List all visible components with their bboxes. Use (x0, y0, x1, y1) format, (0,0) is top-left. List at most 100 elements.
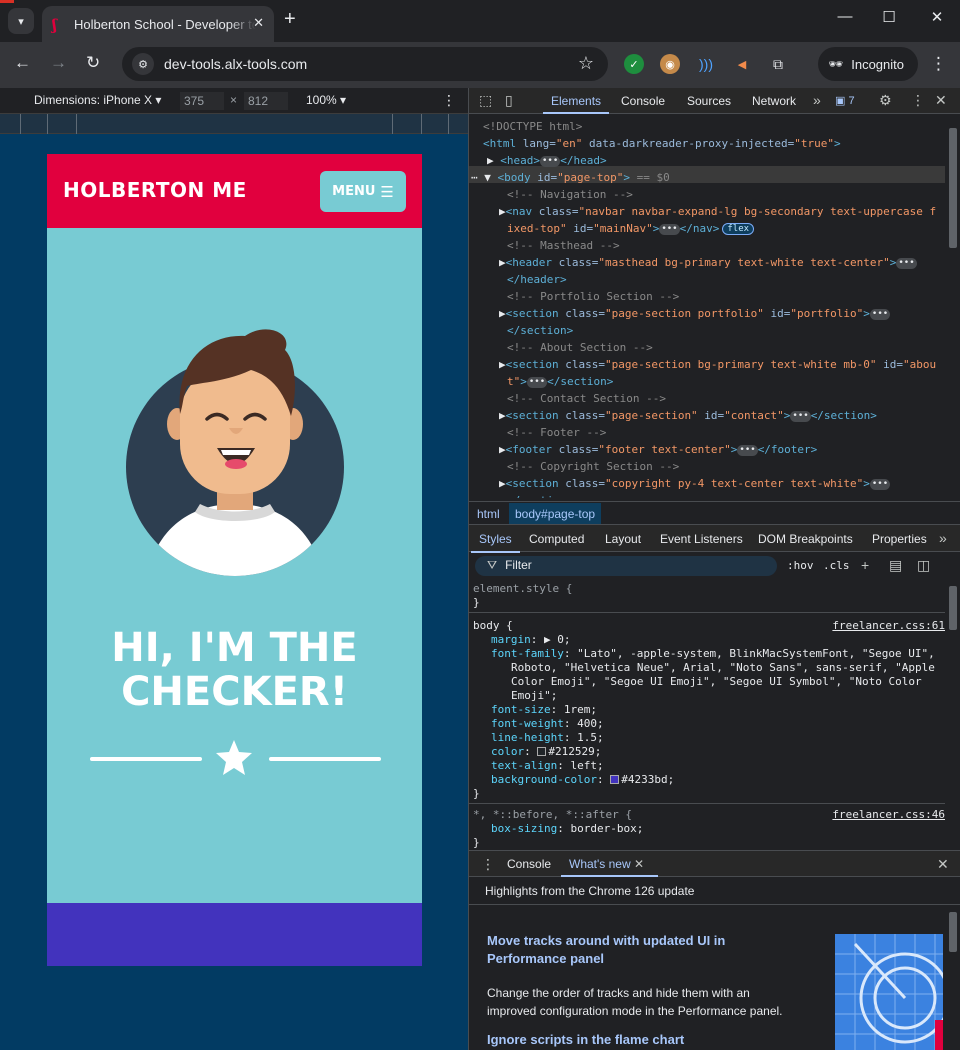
device-more-options-icon[interactable]: ⋮ (442, 92, 456, 109)
dom-scrollbar-thumb[interactable] (949, 128, 957, 248)
tab-console[interactable]: Console (621, 94, 665, 108)
universal-rule-selector[interactable]: *, *::before, *::after { (473, 808, 632, 822)
tab-network[interactable]: Network (752, 94, 796, 108)
styles-filter-input[interactable]: ⛛ Filter (475, 556, 777, 576)
dom-comment-masthead[interactable]: <!-- Masthead --> (507, 237, 620, 254)
issues-badge[interactable]: ▣ 7 (835, 94, 855, 107)
site-info-icon[interactable]: ⚙ (132, 53, 154, 75)
menu-toggle-button[interactable]: MENU ☰ (320, 171, 406, 212)
incognito-indicator[interactable]: 🕶 Incognito (818, 47, 918, 81)
new-rule-plus-icon[interactable]: + (861, 557, 869, 573)
dom-doctype[interactable]: <!DOCTYPE html> (483, 118, 582, 135)
dom-about-node[interactable]: ▶<section class="page-section bg-primary… (499, 356, 936, 373)
reload-icon[interactable]: ↻ (86, 53, 100, 73)
universal-rule-source-link[interactable]: freelancer.css:46 (832, 808, 945, 822)
tab-dom-breakpoints[interactable]: DOM Breakpoints (758, 532, 853, 546)
drawer-scrollbar-thumb[interactable] (949, 912, 957, 952)
css-font-weight[interactable]: font-weight: 400; (491, 717, 604, 731)
dom-footer-node[interactable]: ▶<footer class="footer text-center"> ••• <… (499, 441, 817, 458)
styles-scrollbar[interactable] (945, 580, 960, 850)
css-box-sizing[interactable]: box-sizing: border-box; (491, 822, 643, 836)
toggle-sidebar-icon[interactable]: ◫ (917, 557, 930, 574)
device-dimensions-select[interactable]: Dimensions: iPhone X ▾ (34, 93, 161, 107)
dom-header-node[interactable]: ▶<header class="masthead bg-primary text… (499, 254, 917, 271)
minimize-button[interactable]: — (822, 8, 868, 25)
devtools-close-icon[interactable]: ✕ (935, 92, 947, 109)
tab-styles[interactable]: Styles (471, 532, 520, 553)
dom-nav-node-cont[interactable]: ixed-top" id="mainNav"> ••• </nav> flex (507, 220, 755, 237)
dom-comment-contact[interactable]: <!-- Contact Section --> (507, 390, 666, 407)
dom-contact-node[interactable]: ▶<section class="page-section" id="conta… (499, 407, 877, 424)
css-font-size[interactable]: font-size: 1rem; (491, 703, 597, 717)
css-line-height[interactable]: line-height: 1.5; (491, 731, 604, 745)
dom-copyright-close[interactable]: </section> (507, 492, 573, 498)
dom-comment-about[interactable]: <!-- About Section --> (507, 339, 653, 356)
tab-event-listeners[interactable]: Event Listeners (660, 532, 743, 546)
media-extension-icon[interactable]: ◀ (732, 54, 752, 74)
styles-scrollbar-thumb[interactable] (949, 586, 957, 630)
dom-head-node[interactable]: ▶ <head> ••• </head> (487, 152, 607, 169)
tab-close-icon[interactable]: ✕ (253, 15, 264, 31)
more-tabs-chevron-icon[interactable]: » (813, 92, 821, 108)
dom-body-node[interactable]: ⋯ ▼ <body id="page-top"> == $0 (471, 169, 670, 186)
element-style-rule[interactable]: element.style { (473, 582, 572, 596)
tab-layout[interactable]: Layout (605, 532, 641, 546)
color-swatch[interactable] (537, 747, 547, 756)
drawer-close-icon[interactable]: ✕ (937, 856, 949, 873)
device-width-input[interactable]: 375 (180, 92, 224, 110)
navbar-brand[interactable]: HOLBERTON ME (63, 178, 247, 202)
dom-scrollbar[interactable] (945, 114, 960, 498)
drawer-tab-console[interactable]: Console (507, 857, 551, 871)
css-font-family[interactable]: font-family: "Lato", -apple-system, Blin… (491, 647, 935, 661)
extensions-puzzle-icon[interactable]: ⧉ (768, 54, 788, 74)
dom-portfolio-node[interactable]: ▶<section class="page-section portfolio"… (499, 305, 891, 322)
dom-nav-node[interactable]: ▶<nav class="navbar navbar-expand-lg bg-… (499, 203, 936, 220)
dom-tree[interactable]: <!DOCTYPE html> <html lang="en" data-dar… (469, 114, 945, 498)
more-subtabs-chevron-icon[interactable]: » (939, 530, 947, 546)
flex-badge[interactable]: flex (722, 223, 755, 235)
close-whats-new-icon[interactable]: ✕ (634, 857, 644, 871)
dom-comment-navigation[interactable]: <!-- Navigation --> (507, 186, 633, 203)
wifi-extension-icon[interactable]: ))) (696, 54, 716, 74)
maximize-button[interactable]: ☐ (866, 8, 912, 26)
tab-elements[interactable]: Elements (542, 94, 610, 114)
tab-properties[interactable]: Properties (872, 532, 927, 546)
styles-pane[interactable]: element.style { } body { freelancer.css:… (469, 580, 945, 850)
bg-color-swatch[interactable] (610, 775, 620, 784)
new-tab-button[interactable]: + (284, 8, 296, 31)
darkreader-extension-icon[interactable]: ◉ (660, 54, 680, 74)
device-toggle-icon[interactable]: ▯ (505, 92, 513, 109)
breadcrumb-body[interactable]: body#page-top (509, 503, 602, 524)
css-text-align[interactable]: text-align: left; (491, 759, 604, 773)
dom-copyright-node[interactable]: ▶<section class="copyright py-4 text-cen… (499, 475, 891, 492)
drawer-menu-icon[interactable]: ⋮ (481, 856, 495, 873)
css-background-color[interactable]: background-color: #4233bd; (491, 773, 674, 787)
whats-new-item-title[interactable]: Move tracks around with updated UI in Pe… (487, 932, 777, 968)
devtools-menu-icon[interactable]: ⋮ (911, 92, 925, 109)
dom-comment-copyright[interactable]: <!-- Copyright Section --> (507, 458, 679, 475)
device-zoom-select[interactable]: 100% ▾ (306, 93, 346, 107)
dom-html-node[interactable]: <html lang="en" data-darkreader-proxy-in… (483, 135, 841, 152)
close-window-button[interactable]: ✕ (914, 8, 960, 26)
address-bar[interactable]: ⚙ dev-tools.alx-tools.com ☆ (122, 47, 608, 81)
tab-sources[interactable]: Sources (687, 94, 731, 108)
forward-arrow-icon[interactable]: → (50, 53, 67, 73)
device-height-input[interactable]: 812 (244, 92, 288, 110)
drawer-scrollbar[interactable] (945, 906, 960, 1050)
dom-comment-portfolio[interactable]: <!-- Portfolio Section --> (507, 288, 679, 305)
body-rule-selector[interactable]: body { (473, 619, 513, 633)
tab-computed[interactable]: Computed (529, 532, 584, 546)
settings-gear-icon[interactable]: ⚙ (879, 92, 892, 109)
bookmark-star-icon[interactable]: ☆ (578, 53, 594, 74)
breadcrumb-html[interactable]: html (477, 507, 500, 521)
drawer-tab-whats-new[interactable]: What's new ✕ (560, 857, 659, 877)
dom-portfolio-close[interactable]: </section> (507, 322, 573, 339)
tab-search-button[interactable]: ▾ (8, 8, 34, 34)
cls-toggle[interactable]: .cls (823, 559, 850, 572)
browser-menu-icon[interactable]: ⋮ (930, 54, 947, 74)
body-rule-source-link[interactable]: freelancer.css:61 (832, 619, 945, 633)
dom-comment-footer[interactable]: <!-- Footer --> (507, 424, 606, 441)
inspect-element-icon[interactable]: ⬚ (479, 92, 492, 109)
css-margin[interactable]: margin: ▶ 0; (491, 633, 571, 647)
css-color[interactable]: color: #212529; (491, 745, 601, 759)
